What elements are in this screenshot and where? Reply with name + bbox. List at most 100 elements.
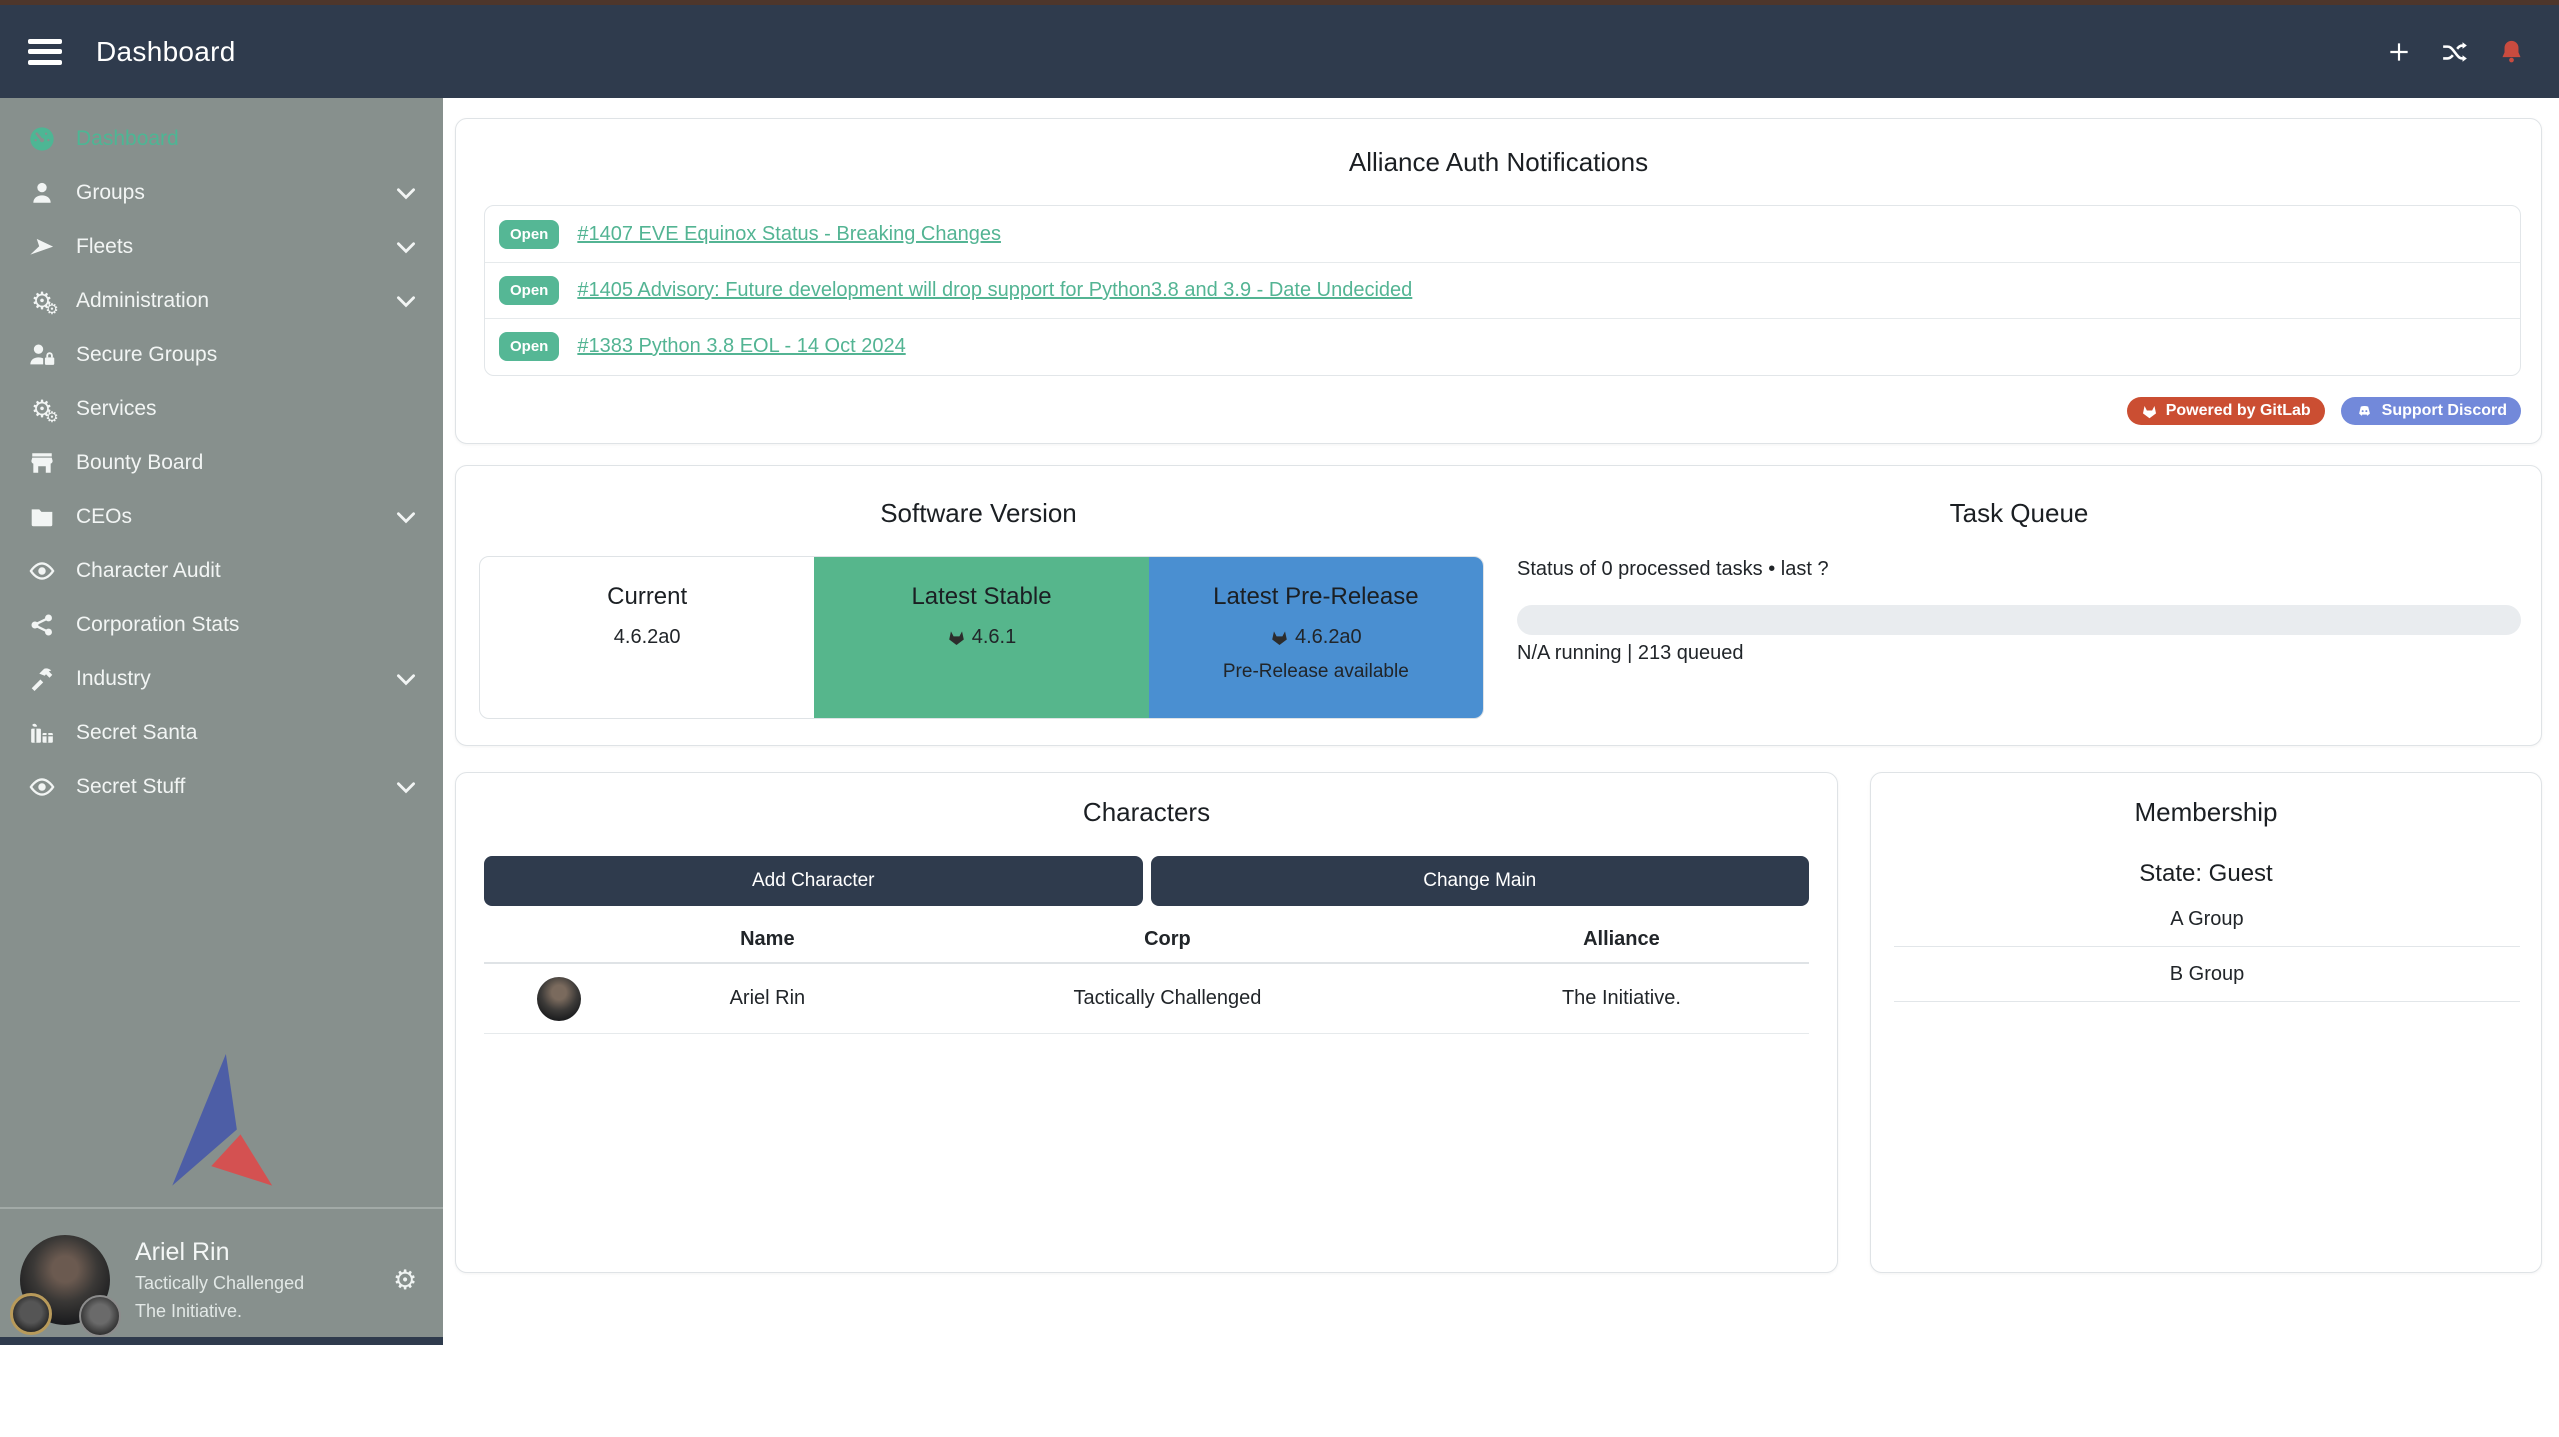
characters-title: Characters — [456, 797, 1837, 828]
menu-toggle-icon[interactable] — [28, 39, 62, 65]
list-item: Open #1383 Python 3.8 EOL - 14 Oct 2024 — [485, 318, 2520, 374]
column-header-alliance: Alliance — [1434, 928, 1809, 951]
notifications-card: Alliance Auth Notifications Open #1407 E… — [455, 118, 2542, 444]
list-item: Open #1405 Advisory: Future development … — [485, 262, 2520, 318]
sidebar-item-secret-stuff[interactable]: Secret Stuff — [0, 760, 443, 814]
gifts-icon — [26, 718, 58, 748]
store-icon — [26, 448, 58, 478]
chevron-down-icon — [393, 180, 419, 206]
sidebar-item-secure-groups[interactable]: Secure Groups — [0, 328, 443, 382]
chevron-down-icon — [393, 774, 419, 800]
sidebar-item-label: Secure Groups — [76, 343, 419, 367]
folder-icon — [26, 502, 58, 532]
chevron-down-icon — [393, 288, 419, 314]
notifications-list: Open #1407 EVE Equinox Status - Breaking… — [484, 205, 2521, 376]
corp-logo-badge — [10, 1293, 52, 1335]
user-alliance: The Initiative. — [135, 1301, 242, 1322]
sidebar-item-label: Industry — [76, 667, 393, 691]
membership-title: Membership — [1871, 797, 2541, 828]
bell-icon[interactable] — [2497, 38, 2525, 66]
sidebar-item-industry[interactable]: Industry — [0, 652, 443, 706]
gitlab-badge[interactable]: Powered by GitLab — [2127, 397, 2325, 425]
software-version-card: Software Version Current 4.6.2a0 Latest … — [455, 465, 2542, 746]
alliance-logo-badge — [79, 1295, 121, 1337]
sidebar-item-groups[interactable]: Groups — [0, 166, 443, 220]
status-badge: Open — [499, 332, 559, 361]
user-panel: Ariel Rin Tactically Challenged The Init… — [0, 1215, 443, 1437]
software-version-title: Software Version — [456, 498, 1501, 529]
share-icon — [26, 610, 58, 640]
sidebar-item-label: CEOs — [76, 505, 393, 529]
alliance-logo — [160, 1054, 282, 1188]
page-title: Dashboard — [96, 36, 236, 68]
sidebar-item-label: Bounty Board — [76, 451, 419, 475]
chevron-down-icon — [393, 666, 419, 692]
top-navbar: Dashboard — [0, 5, 2559, 98]
user-icon — [26, 178, 58, 208]
sidebar-item-services[interactable]: ⚙⚙ Services — [0, 382, 443, 436]
character-portrait — [537, 977, 581, 1021]
add-character-button[interactable]: Add Character — [484, 856, 1143, 906]
sidebar-item-label: Secret Santa — [76, 721, 419, 745]
task-queue-summary: N/A running | 213 queued — [1517, 642, 1743, 665]
version-box-prerelease: Latest Pre-Release 4.6.2a0 Pre-Release a… — [1149, 557, 1483, 718]
sidebar-item-label: Administration — [76, 289, 393, 313]
membership-state: State: Guest — [1871, 860, 2541, 888]
gitlab-icon — [2141, 403, 2158, 420]
notifications-title: Alliance Auth Notifications — [456, 147, 2541, 178]
sidebar-item-label: Character Audit — [76, 559, 419, 583]
character-alliance: The Initiative. — [1434, 987, 1809, 1010]
hammer-icon — [26, 664, 58, 694]
sidebar-item-secret-santa[interactable]: Secret Santa — [0, 706, 443, 760]
membership-card: Membership State: Guest A Group B Group — [1870, 772, 2542, 1273]
sidebar-item-administration[interactable]: ⚙⚙ Administration — [0, 274, 443, 328]
status-badge: Open — [499, 276, 559, 305]
gitlab-badge-label: Powered by GitLab — [2166, 402, 2311, 420]
version-boxes: Current 4.6.2a0 Latest Stable 4.6.1 Late… — [479, 556, 1484, 719]
version-box-current: Current 4.6.2a0 — [480, 557, 814, 718]
sidebar-item-label: Groups — [76, 181, 393, 205]
list-item: B Group — [1894, 947, 2520, 1002]
sidebar-item-corporation-stats[interactable]: Corporation Stats — [0, 598, 443, 652]
sidebar-item-label: Dashboard — [76, 127, 419, 151]
sidebar-item-label: Corporation Stats — [76, 613, 419, 637]
characters-card: Characters Add Character Change Main Nam… — [455, 772, 1838, 1273]
sidebar-item-label: Fleets — [76, 235, 393, 259]
sidebar-item-fleets[interactable]: Fleets — [0, 220, 443, 274]
ship-icon — [26, 232, 58, 262]
sidebar-footer-strip — [0, 1337, 443, 1345]
eye-icon — [26, 556, 58, 586]
gauge-icon — [26, 124, 58, 154]
character-name: Ariel Rin — [634, 987, 901, 1010]
status-badge: Open — [499, 220, 559, 249]
user-corp: Tactically Challenged — [135, 1273, 304, 1294]
add-character-icon[interactable] — [2385, 38, 2413, 66]
character-corp: Tactically Challenged — [901, 987, 1434, 1010]
eye-icon — [26, 772, 58, 802]
discord-badge[interactable]: Support Discord — [2341, 397, 2521, 425]
notification-link[interactable]: #1407 EVE Equinox Status - Breaking Chan… — [577, 223, 1001, 246]
sidebar: Dashboard Groups Fleets ⚙⚙ Administratio… — [0, 98, 443, 1345]
task-queue-title: Task Queue — [1517, 498, 2521, 529]
sidebar-item-dashboard[interactable]: Dashboard — [0, 112, 443, 166]
sidebar-item-bounty-board[interactable]: Bounty Board — [0, 436, 443, 490]
notification-link[interactable]: #1383 Python 3.8 EOL - 14 Oct 2024 — [577, 335, 905, 358]
sidebar-item-label: Secret Stuff — [76, 775, 393, 799]
sidebar-divider — [0, 1207, 443, 1209]
table-header-row: Name Corp Alliance — [484, 916, 1809, 964]
sidebar-item-ceos[interactable]: CEOs — [0, 490, 443, 544]
gear-icon[interactable]: ⚙ — [393, 1267, 417, 1294]
characters-table: Name Corp Alliance Ariel Rin Tactically … — [484, 916, 1809, 1034]
chevron-down-icon — [393, 504, 419, 530]
sidebar-item-character-audit[interactable]: Character Audit — [0, 544, 443, 598]
version-box-stable: Latest Stable 4.6.1 — [814, 557, 1148, 718]
user-lock-icon — [26, 340, 58, 370]
notification-link[interactable]: #1405 Advisory: Future development will … — [577, 279, 1412, 302]
change-main-button[interactable]: Change Main — [1151, 856, 1810, 906]
column-header-corp: Corp — [901, 928, 1434, 951]
shuffle-character-icon[interactable] — [2441, 38, 2469, 66]
task-queue-progress-bar — [1517, 605, 2521, 635]
user-name: Ariel Rin — [135, 1238, 229, 1267]
list-item: A Group — [1894, 892, 2520, 947]
membership-groups-list: A Group B Group — [1894, 892, 2520, 1002]
